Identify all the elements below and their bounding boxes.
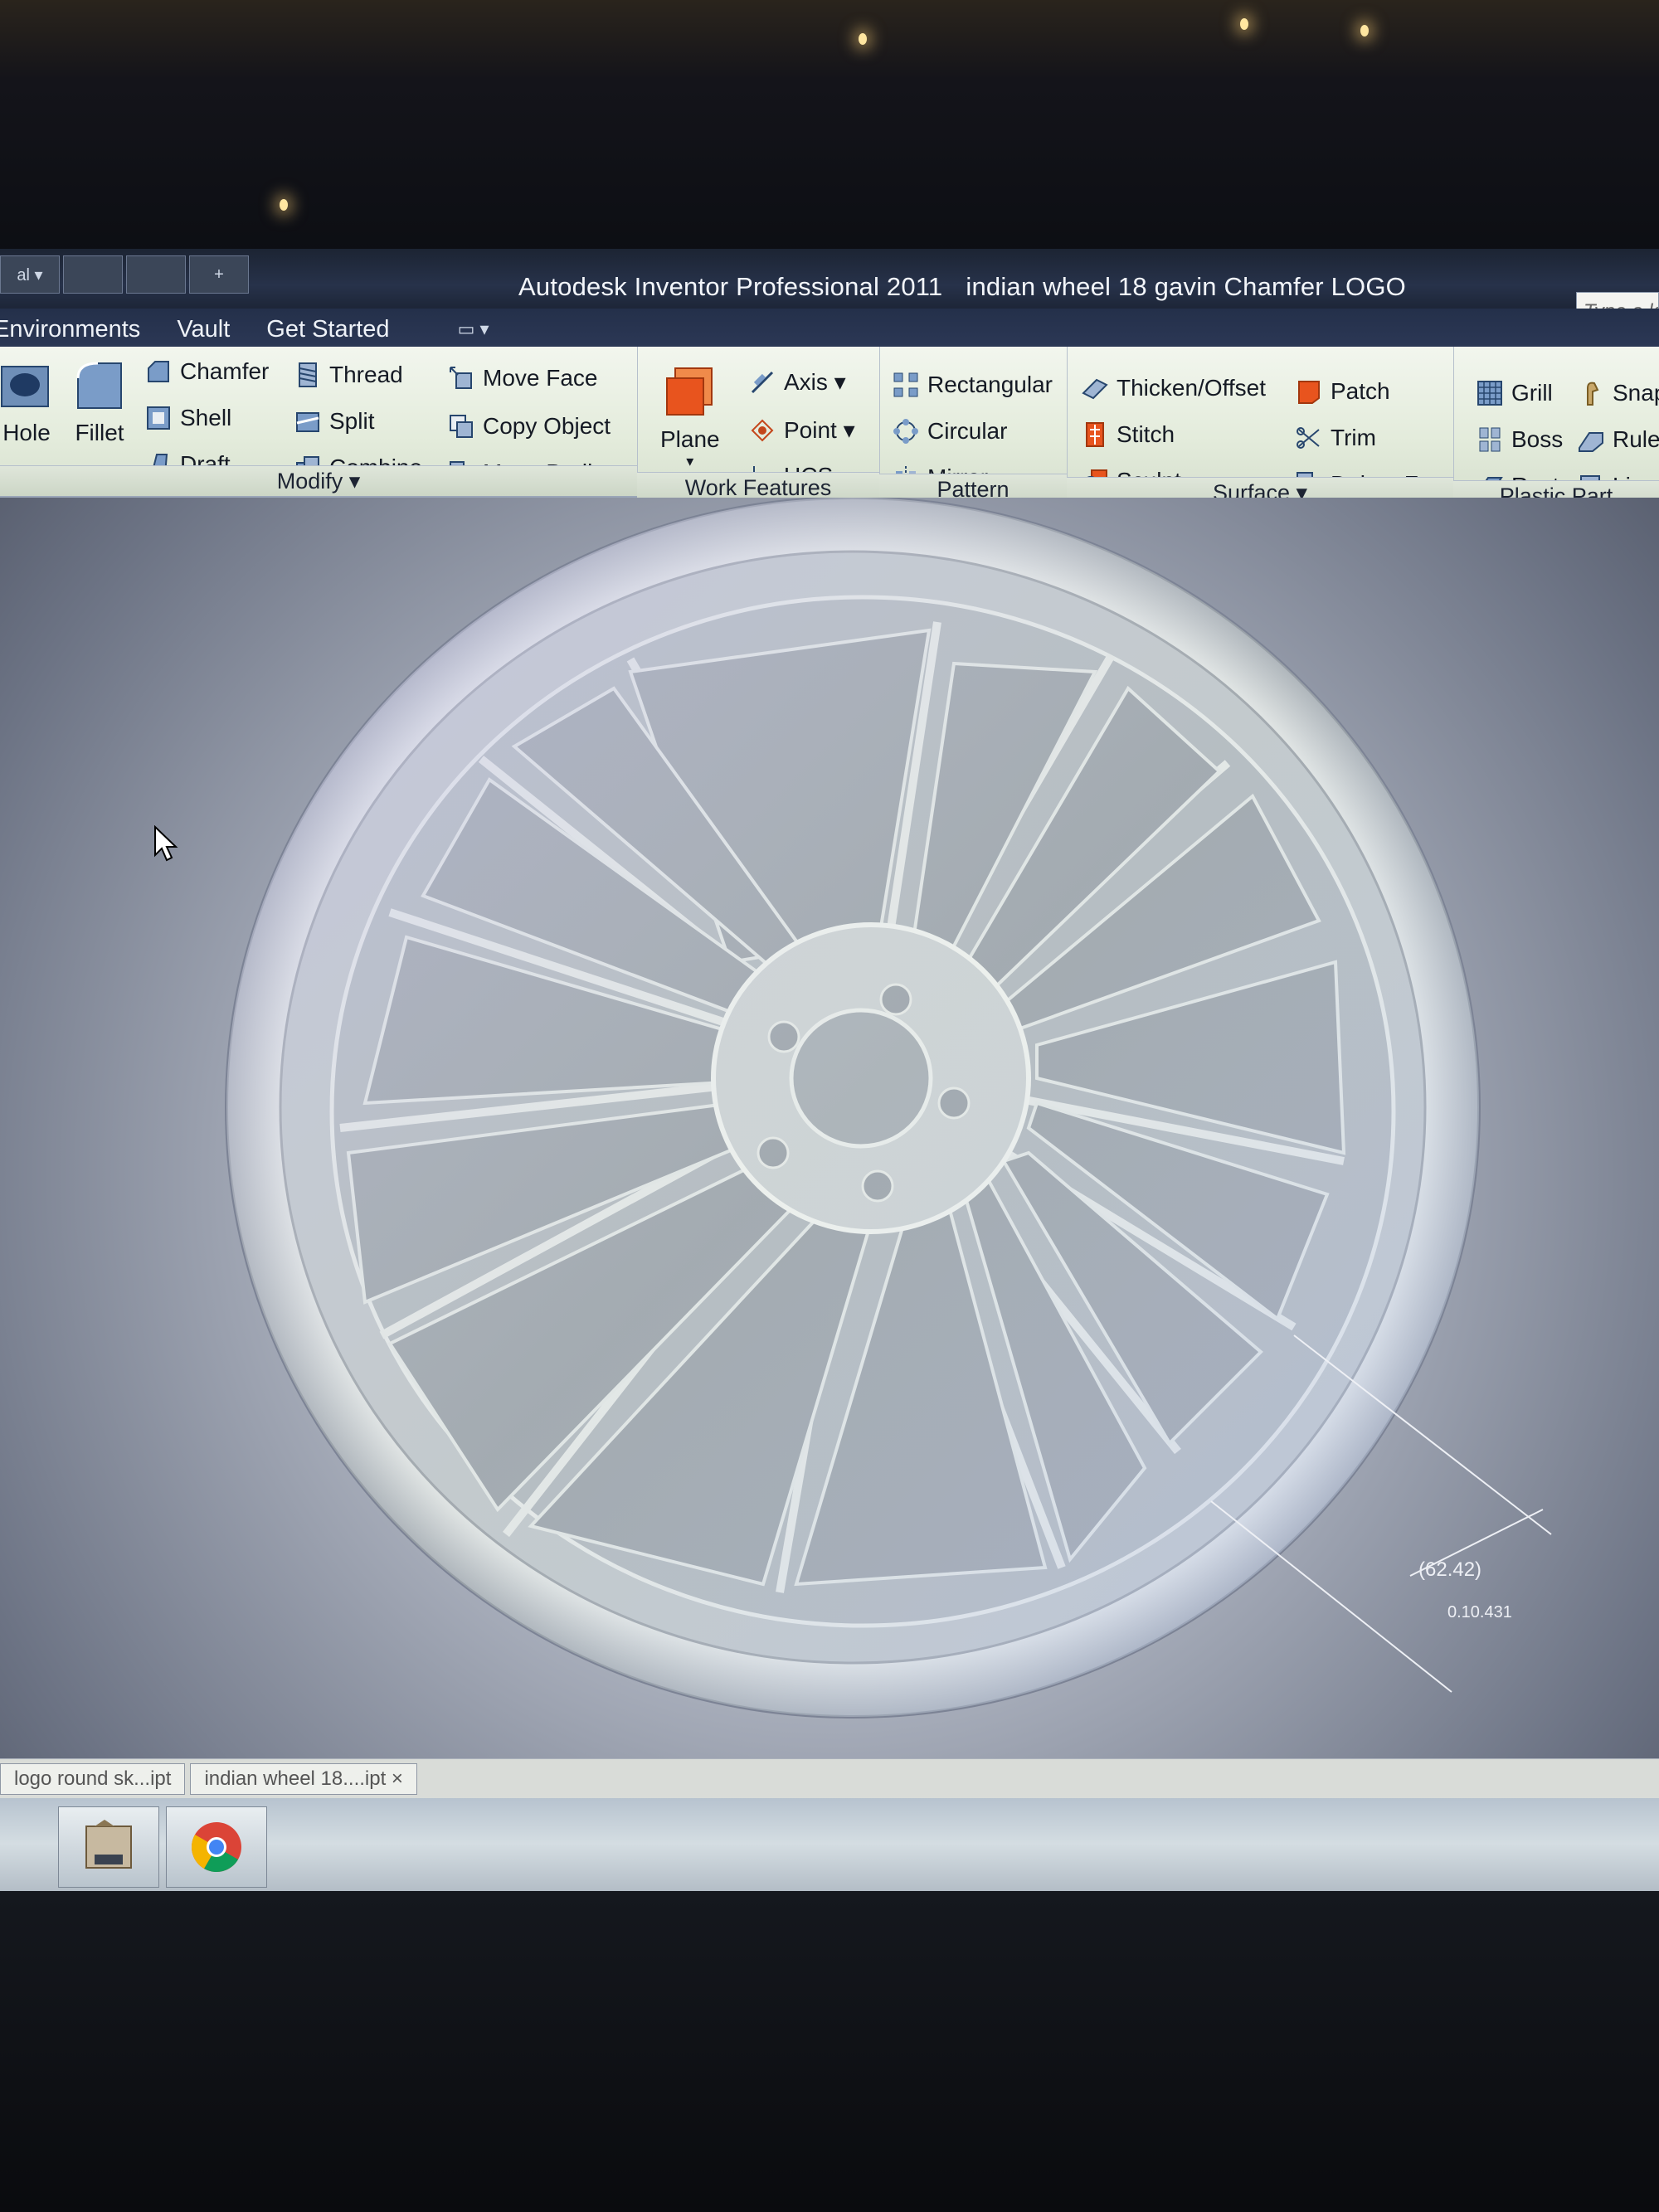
chamfer-icon bbox=[148, 361, 169, 382]
inventor-pro-icon bbox=[85, 1820, 132, 1869]
hole-icon bbox=[1, 366, 49, 407]
panel-modify: Hole Fillet Chamfer Shell Draft Thread S… bbox=[0, 347, 638, 496]
copy-object-button[interactable]: Copy Object bbox=[448, 413, 611, 440]
patch-icon bbox=[1298, 381, 1320, 404]
panel-surface: Thicken/Offset Stitch Sculpt Patch Trim … bbox=[1067, 347, 1456, 508]
background-light bbox=[1360, 25, 1369, 36]
document-tab[interactable]: logo round sk...ipt bbox=[0, 1763, 186, 1795]
title-bar: al ▾ + Autodesk Inventor Professional 20… bbox=[0, 249, 1659, 315]
boss-icon bbox=[1479, 427, 1501, 452]
mouse-cursor-icon bbox=[154, 825, 178, 862]
stitch-icon bbox=[1086, 422, 1104, 447]
panel-pattern: Rectangular Circular Mirror Pattern bbox=[879, 347, 1068, 504]
rule-button[interactable]: Rule bbox=[1578, 426, 1659, 453]
rectangular-pattern-button[interactable]: Rectangular bbox=[893, 372, 1053, 398]
point-button[interactable]: Point ▾ bbox=[749, 416, 855, 444]
document-tab-active[interactable]: indian wheel 18....ipt × bbox=[190, 1763, 417, 1795]
wheel-model[interactable]: (62.42) 0.10.431 bbox=[0, 498, 1659, 1758]
taskbar-inventor-pro[interactable] bbox=[58, 1806, 159, 1888]
plane-dropdown-icon[interactable]: ▾ bbox=[686, 453, 693, 470]
move-face-icon bbox=[450, 367, 472, 389]
panel-label-modify[interactable]: Modify ▾ bbox=[0, 465, 637, 496]
patch-button[interactable]: Patch bbox=[1296, 378, 1390, 405]
grill-button[interactable]: Grill bbox=[1477, 380, 1553, 406]
copy-object-icon bbox=[450, 415, 473, 438]
panel-work-features: Plane ▾ Axis ▾ Point ▾ UCS Work Features bbox=[637, 347, 880, 503]
split-icon bbox=[296, 412, 319, 432]
quick-access-add-button[interactable]: + bbox=[189, 255, 249, 294]
tab-vault[interactable]: Vault bbox=[158, 316, 248, 343]
chamfer-button[interactable]: Chamfer bbox=[145, 358, 269, 385]
thread-icon bbox=[299, 362, 317, 387]
monitor-screen: al ▾ + Autodesk Inventor Professional 20… bbox=[0, 249, 1659, 1899]
trim-button[interactable]: Trim bbox=[1296, 425, 1376, 451]
quick-access-dropdown[interactable]: al ▾ bbox=[0, 255, 60, 294]
monitor-bezel bbox=[0, 1891, 1659, 2212]
document-tabs: logo round sk...ipt indian wheel 18....i… bbox=[0, 1758, 1659, 1799]
panel-plastic-part: Grill Boss Rest Snap Rule Lip Pl bbox=[1453, 347, 1659, 511]
shell-button[interactable]: Shell bbox=[145, 405, 231, 431]
quick-access-button[interactable] bbox=[63, 255, 123, 294]
room-background bbox=[0, 0, 1659, 265]
snap-icon bbox=[1587, 382, 1599, 406]
graphics-viewport[interactable]: (62.42) 0.10.431 bbox=[0, 498, 1659, 1899]
snap-button[interactable]: Snap bbox=[1578, 380, 1659, 406]
circular-pattern-icon bbox=[893, 419, 918, 444]
thicken-offset-icon bbox=[1082, 378, 1108, 400]
taskbar-chrome[interactable] bbox=[166, 1806, 267, 1888]
dimension-label[interactable]: 0.10.431 bbox=[1447, 1603, 1512, 1621]
fillet-button[interactable]: Fillet bbox=[73, 358, 126, 446]
move-face-button[interactable]: Move Face bbox=[448, 365, 598, 391]
axis-icon bbox=[751, 371, 774, 393]
thread-button[interactable]: Thread bbox=[294, 362, 403, 388]
circular-pattern-button[interactable]: Circular bbox=[893, 418, 1007, 445]
rule-icon bbox=[1579, 432, 1603, 452]
plane-icon bbox=[665, 367, 713, 416]
rectangular-pattern-icon bbox=[893, 372, 918, 397]
stitch-button[interactable]: Stitch bbox=[1082, 421, 1175, 448]
tab-get-started[interactable]: Get Started bbox=[248, 316, 407, 343]
fillet-icon bbox=[76, 362, 122, 409]
hole-button[interactable]: Hole bbox=[0, 358, 53, 446]
axis-button[interactable]: Axis ▾ bbox=[749, 368, 846, 396]
dimension-label[interactable]: (62.42) bbox=[1418, 1558, 1481, 1581]
tab-environments[interactable]: Environments bbox=[0, 316, 158, 343]
plane-button[interactable]: Plane ▾ bbox=[660, 365, 720, 470]
chrome-icon bbox=[191, 1822, 241, 1873]
grill-icon bbox=[1477, 381, 1502, 406]
quick-access-toolbar: al ▾ + bbox=[0, 255, 249, 294]
background-light bbox=[1240, 18, 1248, 30]
document-title: indian wheel 18 gavin Chamfer LOGO bbox=[966, 272, 1406, 301]
background-light bbox=[280, 199, 288, 211]
shell-icon bbox=[147, 406, 170, 430]
ribbon-display-options-icon[interactable]: ▭ ▾ bbox=[458, 318, 489, 340]
window-title: Autodesk Inventor Professional 2011 india… bbox=[518, 272, 1406, 302]
app-title: Autodesk Inventor Professional 2011 bbox=[518, 272, 943, 301]
screen-glare bbox=[226, 498, 1479, 1717]
thicken-offset-button[interactable]: Thicken/Offset bbox=[1082, 375, 1266, 401]
split-button[interactable]: Split bbox=[294, 408, 374, 435]
boss-button[interactable]: Boss bbox=[1477, 426, 1563, 453]
trim-icon bbox=[1297, 427, 1320, 449]
point-icon bbox=[751, 419, 774, 441]
background-light bbox=[859, 33, 867, 45]
quick-access-button[interactable] bbox=[126, 255, 186, 294]
ribbon-tabs: Environments Vault Get Started ▭ ▾ bbox=[0, 309, 1659, 350]
ribbon: Hole Fillet Chamfer Shell Draft Thread S… bbox=[0, 347, 1659, 511]
taskbar bbox=[0, 1798, 1659, 1899]
